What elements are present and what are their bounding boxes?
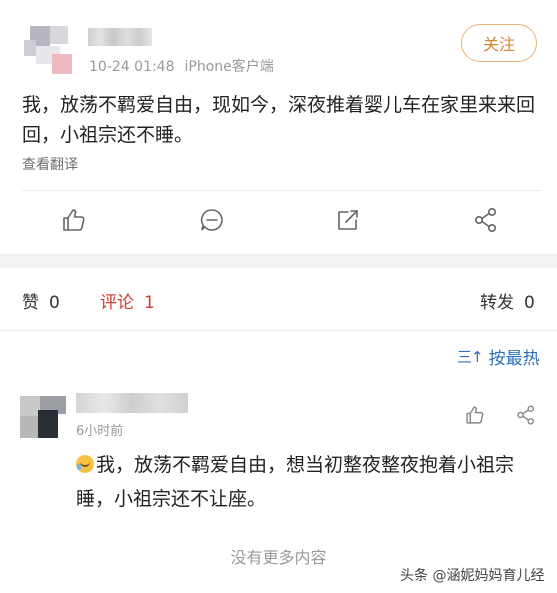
share-icon[interactable] [472, 206, 500, 234]
post-device: iPhone客户端 [184, 59, 274, 75]
commenter-name-blurred[interactable] [76, 393, 188, 413]
comments-count: 1 [144, 293, 155, 313]
post-meta: 10-24 01:48 iPhone客户端 [89, 56, 274, 76]
comments-label: 评论 [100, 293, 134, 313]
post-text: 我，放荡不羁爱自由，现如今，深夜推着婴儿车在家里来来回回，小祖宗还不睡。 [22, 94, 536, 146]
tab-reposts[interactable]: 转发 0 [480, 288, 535, 313]
reposts-label: 转发 [480, 293, 514, 313]
author-name-blurred[interactable] [88, 28, 152, 46]
translate-link[interactable]: 查看翻译 [22, 154, 78, 174]
author-avatar[interactable] [22, 20, 80, 78]
comment-icon[interactable] [198, 206, 226, 234]
comment-text-block: 我，放荡不羁爱自由，想当初整夜整夜抱着小祖宗睡，小祖宗还不让座。 [76, 448, 536, 516]
comment-share-icon[interactable] [515, 404, 537, 426]
comment-time: 6小时前 [76, 424, 124, 439]
follow-button[interactable]: 关注 [461, 24, 537, 62]
divider [0, 330, 557, 331]
sort-icon: 三↑ [457, 348, 484, 366]
watermark: 头条 @涵妮妈妈育儿经 [400, 568, 545, 584]
sort-label: 按最热 [488, 349, 540, 369]
laugh-cry-emoji-icon [76, 455, 94, 473]
reposts-count: 0 [524, 293, 535, 313]
tab-comments[interactable]: 评论 1 [100, 288, 155, 313]
commenter-avatar[interactable] [20, 396, 66, 438]
sort-hottest-button[interactable]: 三↑ 按最热 [457, 344, 540, 369]
comment-like-icon[interactable] [464, 404, 486, 426]
post-time: 10-24 01:48 [89, 59, 175, 75]
like-icon[interactable] [60, 206, 88, 234]
divider [22, 190, 542, 191]
forward-icon[interactable] [334, 206, 362, 234]
comment-text: 我，放荡不羁爱自由，想当初整夜整夜抱着小祖宗睡，小祖宗还不让座。 [76, 454, 515, 510]
section-gap [0, 254, 557, 268]
likes-label: 赞 [22, 293, 39, 313]
likes-count: 0 [49, 293, 60, 313]
tab-likes[interactable]: 赞0 [22, 288, 60, 313]
